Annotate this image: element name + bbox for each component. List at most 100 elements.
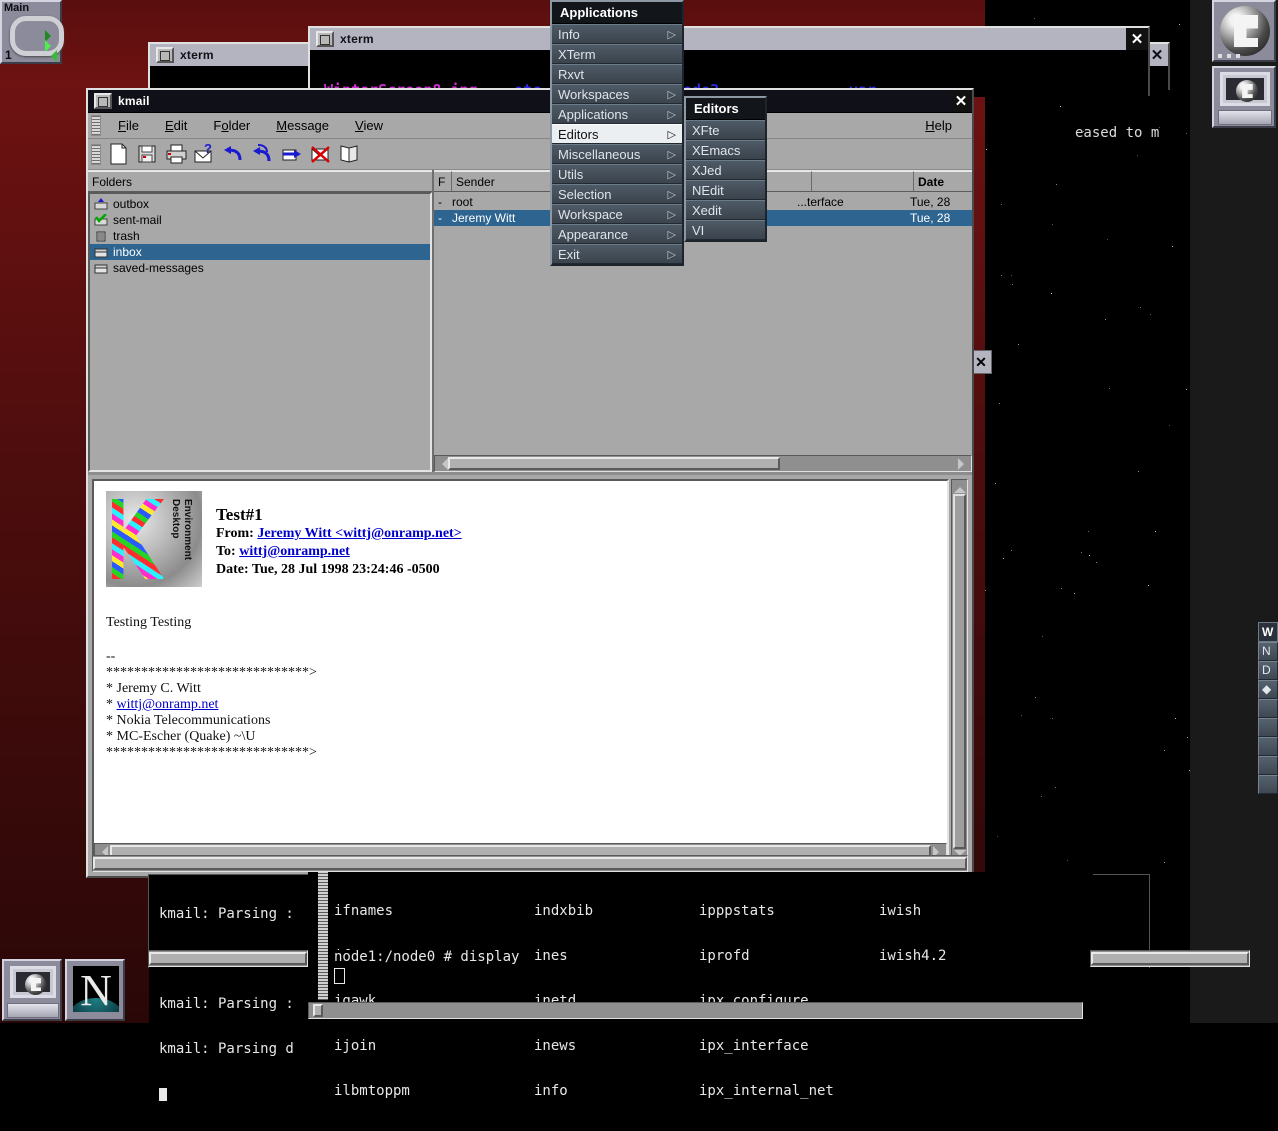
new-message-icon[interactable] xyxy=(105,142,131,166)
menu-item-vi[interactable]: VI xyxy=(686,220,765,240)
edge-menu-item[interactable]: D xyxy=(1258,661,1278,680)
menu-item-xemacs[interactable]: XEmacs xyxy=(686,140,765,160)
reply-all-icon[interactable] xyxy=(250,142,276,166)
menu-item-xjed[interactable]: XJed xyxy=(686,160,765,180)
hscroll-thumb[interactable] xyxy=(448,457,780,470)
menu-item-workspaces[interactable]: Workspaces ▷ xyxy=(552,84,682,104)
edge-menu-item[interactable] xyxy=(1258,718,1278,737)
col-flag[interactable]: F xyxy=(434,171,452,191)
edge-menu-item[interactable] xyxy=(1258,775,1278,794)
desktop-icon-main-workspace[interactable]: Main 1 xyxy=(0,0,64,64)
menubar-drag-handle[interactable] xyxy=(91,115,101,136)
menu-message[interactable]: Message xyxy=(263,116,342,135)
menu-item-applications[interactable]: Applications ▷ xyxy=(552,104,682,124)
scroll-up-icon[interactable] xyxy=(953,481,966,493)
vscroll-thumb[interactable] xyxy=(953,494,966,849)
folders-column-header[interactable]: Folders xyxy=(88,170,432,192)
root-menu-applications[interactable]: Applications Info ▷ XTerm Rxvt Workspace… xyxy=(550,0,684,266)
desktop-icon-kde-monitor[interactable] xyxy=(1212,66,1276,128)
print-icon[interactable] xyxy=(163,142,189,166)
edge-menu-item[interactable]: ◆ xyxy=(1258,680,1278,699)
toolbar-drag-handle[interactable] xyxy=(91,143,101,165)
menu-item-miscellaneous[interactable]: Miscellaneous ▷ xyxy=(552,144,682,164)
menu-view[interactable]: View xyxy=(342,116,396,135)
edge-menu-item[interactable]: N xyxy=(1258,642,1278,661)
edge-menu-item[interactable] xyxy=(1258,737,1278,756)
submenu-editors[interactable]: Editors XFte XEmacs XJed NEdit Xedit VI xyxy=(684,96,767,242)
terminal-prompt: node1:/node0 # display xyxy=(334,950,520,965)
scroll-thumb[interactable] xyxy=(149,952,307,965)
bottom-scroll-thumb[interactable] xyxy=(93,857,967,870)
window-display-terminal[interactable]: ifnames ifs igawk ijoin ilbmtoppm indxbi… xyxy=(308,872,1093,1129)
menu-item-exit[interactable]: Exit ▷ xyxy=(552,244,682,264)
menu-item-workspace[interactable]: Workspace ▷ xyxy=(552,204,682,224)
log-terminal-scrollbar[interactable] xyxy=(148,950,308,967)
menu-item-editors[interactable]: Editors ▷ xyxy=(552,124,682,144)
menu-item-xedit[interactable]: Xedit xyxy=(686,200,765,220)
viewer-vscrollbar[interactable] xyxy=(951,479,968,864)
from-address-link[interactable]: Jeremy Witt <wittj@onramp.net> xyxy=(257,526,461,541)
scroll-thumb[interactable] xyxy=(1091,952,1249,965)
menu-item-info[interactable]: Info ▷ xyxy=(552,24,682,44)
window-menu-button[interactable] xyxy=(94,93,112,109)
star-pixel xyxy=(1179,24,1180,25)
menu-item-xterm[interactable]: XTerm xyxy=(552,44,682,64)
message-viewer[interactable]: Desktop Environment Test#1 From: Jeremy … xyxy=(92,479,949,862)
list-item[interactable]: trash xyxy=(90,228,430,244)
scroll-left-icon[interactable] xyxy=(436,457,448,470)
star-pixel xyxy=(1051,293,1052,294)
save-icon[interactable] xyxy=(134,142,160,166)
forward-icon[interactable] xyxy=(279,142,305,166)
xterm-top-titlebar[interactable]: xterm ✕ xyxy=(310,28,1148,51)
right-terminal-scrollbar[interactable] xyxy=(1090,950,1250,967)
body-email-link[interactable]: wittj@onramp.net xyxy=(117,697,219,712)
edge-menu-item[interactable] xyxy=(1258,756,1278,775)
kmail-bottom-scrollbar[interactable] xyxy=(92,855,968,872)
menu-item-selection[interactable]: Selection ▷ xyxy=(552,184,682,204)
menu-item-rxvt[interactable]: Rxvt xyxy=(552,64,682,84)
window-menu-button[interactable] xyxy=(156,47,174,63)
menu-edit[interactable]: Edit xyxy=(152,116,200,135)
reply-icon[interactable] xyxy=(221,142,247,166)
list-item[interactable]: sent-mail xyxy=(90,212,430,228)
kmail-menubar[interactable]: FFileile Edit Folder Message View Help xyxy=(88,113,972,139)
col-date[interactable]: Date xyxy=(914,171,972,191)
list-item-selected[interactable]: inbox xyxy=(90,244,430,260)
message-list-hscrollbar[interactable] xyxy=(434,455,972,472)
desktop-icon-kde-ball[interactable] xyxy=(1212,0,1276,62)
folder-list[interactable]: outbox sent-mail trash inbox saved-messa… xyxy=(88,192,432,472)
star-pixel xyxy=(1109,388,1110,389)
delete-icon[interactable] xyxy=(308,142,334,166)
close-icon[interactable]: ✕ xyxy=(950,90,972,112)
display-terminal-scrollbar[interactable] xyxy=(308,1002,1083,1019)
col-subject[interactable] xyxy=(812,171,914,191)
menu-file[interactable]: FFileile xyxy=(105,116,152,135)
workspace-number: 1 xyxy=(5,48,12,62)
menu-help[interactable]: Help xyxy=(912,116,972,135)
window-kmail[interactable]: kmail ✕ FFileile Edit Folder Message Vie… xyxy=(86,88,974,878)
scroll-thumb[interactable] xyxy=(313,1004,323,1017)
menu-item-appearance[interactable]: Appearance ▷ xyxy=(552,224,682,244)
menu-item-nedit[interactable]: NEdit xyxy=(686,180,765,200)
check-mail-icon[interactable]: ? xyxy=(192,141,218,166)
edge-menu-item[interactable] xyxy=(1258,699,1278,718)
terminal-scroll-grip[interactable] xyxy=(318,872,328,1000)
taskbar-icon-netscape[interactable]: N xyxy=(65,959,125,1021)
menu-folder[interactable]: Folder xyxy=(200,116,263,135)
inbox-icon xyxy=(94,246,108,258)
close-icon[interactable]: ✕ xyxy=(1126,28,1148,50)
window-menu-button[interactable] xyxy=(316,31,334,47)
menu-item-utils[interactable]: Utils ▷ xyxy=(552,164,682,184)
address-book-icon[interactable] xyxy=(337,142,363,166)
edge-clipped-menu[interactable]: W N D ◆ xyxy=(1258,622,1278,794)
list-item[interactable]: saved-messages xyxy=(90,260,430,276)
taskbar-icon-computer[interactable] xyxy=(2,959,62,1021)
menu-item-xfte[interactable]: XFte xyxy=(686,120,765,140)
to-address-link[interactable]: wittj@onramp.net xyxy=(239,544,350,559)
scroll-right-icon[interactable] xyxy=(958,457,970,470)
kmail-toolbar[interactable]: ? xyxy=(88,139,972,170)
kmail-titlebar[interactable]: kmail ✕ xyxy=(88,90,972,113)
window-xterm-top[interactable]: xterm ✕ WinterScreen8.jpg bin boot etc h… xyxy=(308,26,1150,97)
kmail-folder-pane[interactable]: Folders outbox sent-mail trash inbox sav… xyxy=(88,170,432,472)
list-item[interactable]: outbox xyxy=(90,196,430,212)
